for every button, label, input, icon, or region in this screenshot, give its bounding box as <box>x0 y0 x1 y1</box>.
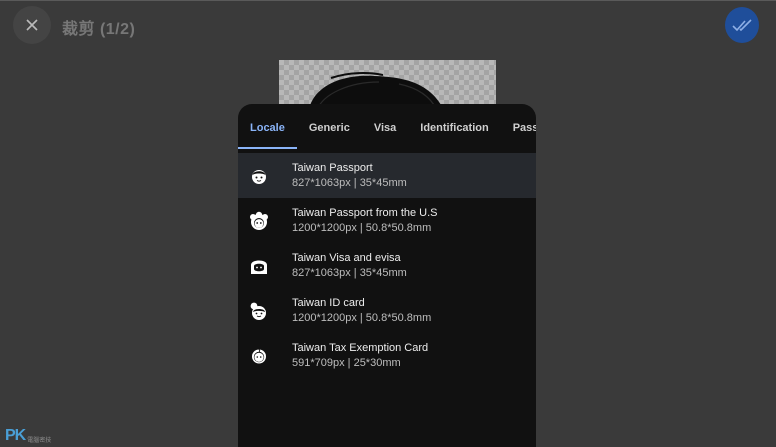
close-button[interactable] <box>13 6 51 44</box>
preset-item-taiwan-visa[interactable]: Taiwan Visa and evisa 827*1063px | 35*45… <box>238 243 536 288</box>
photo-preview[interactable] <box>279 60 496 110</box>
preset-item-taiwan-tax-exemption[interactable]: Taiwan Tax Exemption Card 591*709px | 25… <box>238 333 536 378</box>
preset-item-taiwan-id-card[interactable]: Taiwan ID card 1200*1200px | 50.8*50.8mm <box>238 288 536 333</box>
face-icon <box>249 166 269 186</box>
preset-list: Taiwan Passport 827*1063px | 35*45mm Tai… <box>238 153 536 378</box>
top-border <box>0 0 776 1</box>
page-title: 裁剪 (1/2) <box>62 21 136 38</box>
tab-visa[interactable]: Visa <box>362 104 408 152</box>
tab-identification[interactable]: Identification <box>408 104 500 152</box>
preset-size: 1200*1200px | 50.8*50.8mm <box>292 312 432 324</box>
bun-hair-face-icon <box>249 301 269 321</box>
preset-size: 591*709px | 25*30mm <box>292 357 401 369</box>
size-preset-sheet: Locale Generic Visa Identification Passp… <box>238 104 536 447</box>
curly-hair-face-icon <box>249 211 269 231</box>
preset-item-taiwan-passport[interactable]: Taiwan Passport 827*1063px | 35*45mm <box>238 153 536 198</box>
done-all-icon <box>732 19 752 32</box>
preset-name: Taiwan Passport from the U.S <box>292 207 438 219</box>
preset-name: Taiwan Passport <box>292 162 373 174</box>
tab-locale[interactable]: Locale <box>238 104 297 152</box>
watermark-subtitle: 電腦密技 <box>27 437 52 444</box>
watermark-logo: PK <box>5 427 26 444</box>
preset-size: 827*1063px | 35*45mm <box>292 177 407 189</box>
preset-name: Taiwan Visa and evisa <box>292 252 401 264</box>
close-icon <box>26 19 38 31</box>
tab-passport[interactable]: Passp <box>501 104 536 152</box>
tab-bar: Locale Generic Visa Identification Passp <box>238 104 536 152</box>
preset-item-taiwan-passport-us[interactable]: Taiwan Passport from the U.S 1200*1200px… <box>238 198 536 243</box>
long-hair-face-icon <box>249 256 269 276</box>
preset-name: Taiwan Tax Exemption Card <box>292 342 429 354</box>
preset-size: 827*1063px | 35*45mm <box>292 267 407 279</box>
watermark: PK 電腦密技 <box>5 427 51 445</box>
preset-name: Taiwan ID card <box>292 297 365 309</box>
confirm-button[interactable] <box>725 7 759 43</box>
photo-subject-hair <box>309 72 444 110</box>
preset-size: 1200*1200px | 50.8*50.8mm <box>292 222 432 234</box>
baby-face-icon <box>249 346 269 366</box>
tab-generic[interactable]: Generic <box>297 104 362 152</box>
